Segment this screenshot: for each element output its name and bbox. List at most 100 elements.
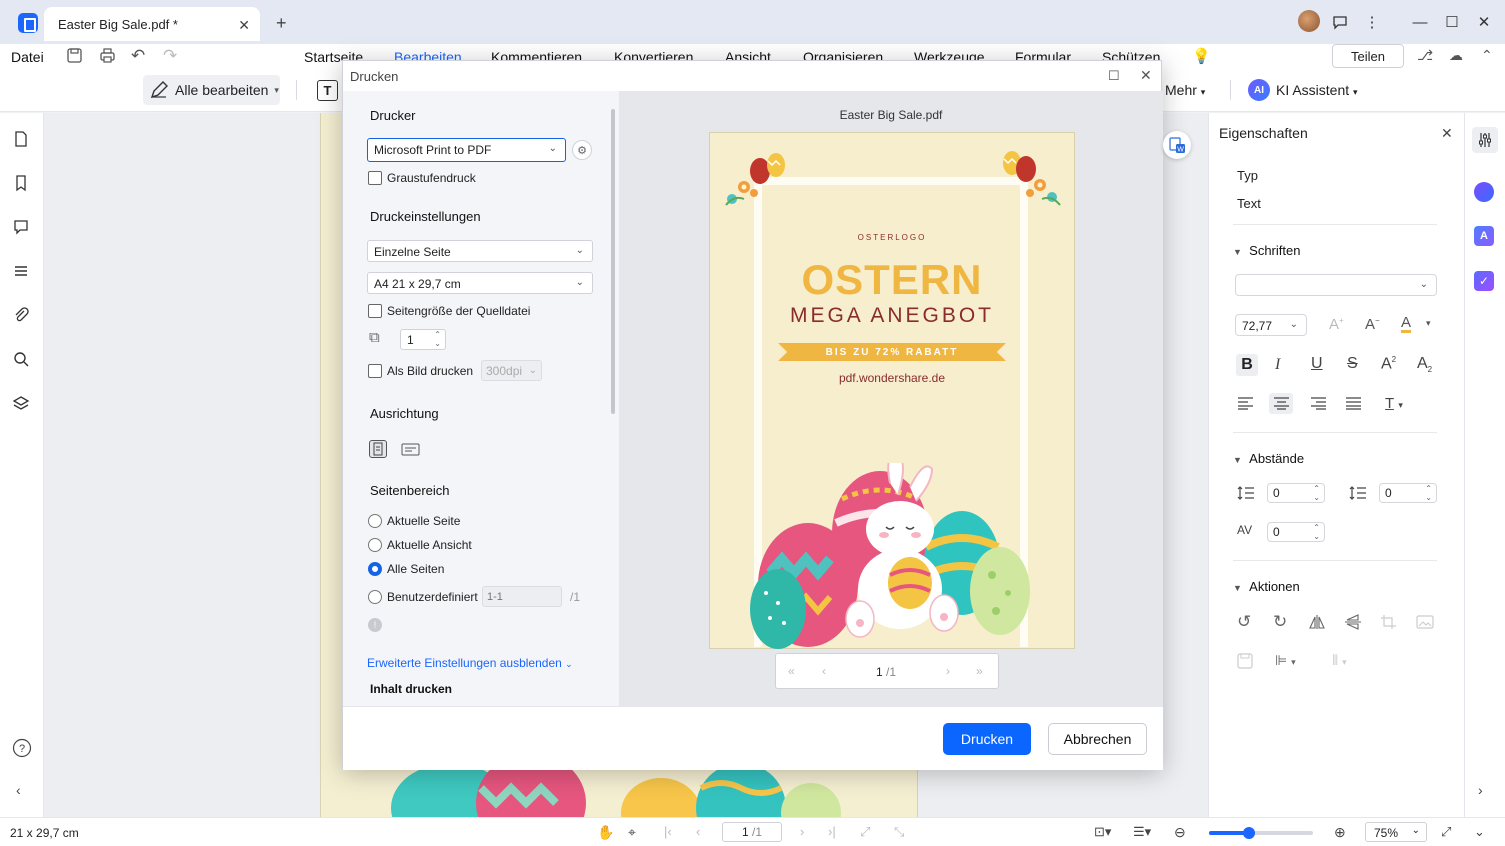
rotate-page-icon[interactable]: ⤢ (860, 824, 870, 840)
close-tab-icon[interactable]: ✕ (238, 17, 250, 34)
hand-tool-icon[interactable]: ✋ (597, 824, 614, 841)
flip-horizontal-icon[interactable] (1308, 614, 1326, 630)
prev-page-icon[interactable]: ‹ (696, 824, 700, 839)
view-mode-icon[interactable]: ☰▾ (1133, 824, 1151, 840)
range-current-page-radio[interactable] (368, 514, 382, 528)
zoom-slider[interactable] (1209, 827, 1313, 839)
range-current-view-radio[interactable] (368, 538, 382, 552)
convert-to-word-button[interactable]: W (1163, 131, 1191, 159)
underline-icon[interactable]: U (1311, 355, 1323, 373)
maximize-icon[interactable]: ☐ (1442, 12, 1462, 32)
decrease-font-icon[interactable]: A− (1365, 316, 1380, 333)
zoom-in-icon[interactable]: ⊕ (1334, 824, 1346, 841)
avatar[interactable] (1298, 10, 1320, 32)
new-tab-icon[interactable]: + (276, 13, 287, 34)
save-image-icon[interactable] (1237, 653, 1253, 669)
range-all-pages-radio[interactable] (368, 562, 382, 576)
stepper-icon[interactable]: ⌃ ⌄ (434, 330, 441, 348)
flip-vertical-icon[interactable] (1344, 614, 1362, 630)
scroll-down-icon[interactable]: ⌄ (1474, 824, 1485, 840)
cancel-button[interactable]: Abbrechen (1048, 723, 1147, 755)
collapse-sidebar-icon[interactable]: ‹ (16, 782, 21, 798)
increase-font-icon[interactable]: A+ (1329, 316, 1344, 333)
redo-icon[interactable]: ↷ (163, 46, 177, 66)
save-icon[interactable] (66, 47, 83, 64)
grayscale-checkbox[interactable] (368, 171, 382, 185)
printer-settings-icon[interactable]: ⚙ (572, 140, 592, 160)
checklist-icon[interactable]: ✓ (1474, 271, 1494, 291)
preview-prev-icon[interactable]: ‹ (822, 664, 826, 678)
align-objects-icon[interactable]: ⊫ ▾ (1275, 652, 1296, 669)
share-button[interactable]: Teilen (1332, 44, 1404, 68)
help-icon[interactable]: ? (12, 738, 32, 758)
spacing-section-header[interactable]: ▼ Abstände (1233, 451, 1304, 466)
edit-all-button[interactable]: Alle bearbeiten ▾ (143, 75, 280, 105)
fit-page-icon[interactable]: ⤡ (894, 824, 904, 840)
landscape-button[interactable] (401, 442, 421, 457)
print-button[interactable]: Drucken (943, 723, 1031, 755)
lightbulb-icon[interactable]: 💡 (1192, 47, 1211, 65)
close-panel-icon[interactable]: ✕ (1441, 125, 1453, 142)
replace-image-icon[interactable] (1416, 614, 1434, 630)
stepper-icon[interactable]: ⌃ ⌄ (1425, 484, 1432, 502)
search-icon[interactable] (12, 350, 32, 370)
portrait-button[interactable] (369, 440, 387, 458)
preview-first-icon[interactable]: « (788, 664, 795, 678)
rotate-right-icon[interactable]: ↻ (1273, 612, 1287, 632)
zoom-slider-thumb[interactable] (1242, 827, 1255, 839)
document-tab[interactable]: Easter Big Sale.pdf * ✕ (44, 7, 260, 41)
align-right-icon[interactable] (1310, 396, 1327, 410)
fields-icon[interactable] (12, 262, 32, 282)
advanced-settings-link[interactable]: Erweiterte Einstellungen ausblenden ⌄ (367, 656, 573, 670)
page-mode-select[interactable]: Einzelne Seite ⌄ (367, 240, 593, 262)
cloud-upload-icon[interactable]: ☁ (1449, 47, 1463, 64)
chevron-down-icon[interactable]: ▾ (1426, 318, 1431, 329)
select-tool-icon[interactable]: ⌖ (628, 824, 636, 841)
paper-size-select[interactable]: A4 21 x 29,7 cm ⌄ (367, 272, 593, 294)
rotate-left-icon[interactable]: ↺ (1237, 612, 1251, 632)
subscript-icon[interactable]: A2 (1417, 355, 1432, 374)
superscript-icon[interactable]: A2 (1381, 355, 1396, 373)
print-icon[interactable] (99, 47, 116, 64)
layers-icon[interactable] (12, 394, 32, 414)
ai-badge-icon[interactable]: AI (1248, 79, 1270, 101)
crop-icon[interactable] (1380, 614, 1398, 630)
align-left-icon[interactable] (1237, 396, 1254, 410)
text-direction-icon[interactable]: T̲ ▾ (1385, 395, 1403, 412)
custom-range-input[interactable] (482, 586, 562, 607)
strikethrough-icon[interactable]: S (1347, 355, 1358, 373)
stepper-icon[interactable]: ⌃ ⌄ (1313, 484, 1320, 502)
preview-next-icon[interactable]: › (946, 664, 950, 678)
preview-last-icon[interactable]: » (976, 664, 983, 678)
first-page-icon[interactable]: |‹ (664, 824, 672, 839)
translate-icon[interactable]: A (1474, 226, 1494, 246)
source-size-checkbox[interactable] (368, 304, 382, 318)
properties-tab[interactable] (1472, 127, 1498, 153)
network-icon[interactable]: ⎇ (1417, 47, 1433, 64)
zoom-select[interactable]: 75% ⌄ (1365, 822, 1427, 842)
line-spacing-input[interactable]: 0 ⌃ ⌄ (1267, 483, 1325, 503)
info-icon[interactable]: ! (368, 618, 382, 632)
font-color-icon[interactable]: A (1401, 315, 1412, 333)
expand-rail-icon[interactable]: › (1478, 782, 1483, 798)
font-family-select[interactable]: ⌄ (1235, 274, 1437, 296)
add-text-icon[interactable]: T (317, 80, 338, 101)
ai-robot-icon[interactable] (1474, 182, 1494, 202)
close-dialog-icon[interactable]: ✕ (1140, 67, 1152, 84)
dpi-select[interactable]: 300dpi ⌄ (481, 360, 542, 381)
settings-scrollbar[interactable] (611, 109, 615, 414)
stepper-icon[interactable]: ⌃ ⌄ (1313, 523, 1320, 541)
distribute-icon[interactable]: ⦀ ▾ (1332, 652, 1347, 669)
fullscreen-icon[interactable]: ⤢ (1441, 824, 1451, 840)
ai-assistant-button[interactable]: KI Assistent ▾ (1276, 82, 1358, 98)
undo-icon[interactable]: ↶ (131, 46, 145, 66)
close-window-icon[interactable]: ✕ (1474, 12, 1494, 32)
minimize-icon[interactable]: — (1410, 12, 1430, 32)
align-justify-icon[interactable] (1345, 396, 1362, 410)
last-page-icon[interactable]: ›| (828, 824, 836, 839)
collapse-ribbon-icon[interactable]: ⌃ (1481, 47, 1493, 64)
next-page-icon[interactable]: › (800, 824, 804, 839)
bold-icon[interactable]: B (1236, 354, 1258, 376)
bookmark-icon[interactable] (12, 174, 32, 194)
align-center-button[interactable] (1269, 393, 1293, 414)
